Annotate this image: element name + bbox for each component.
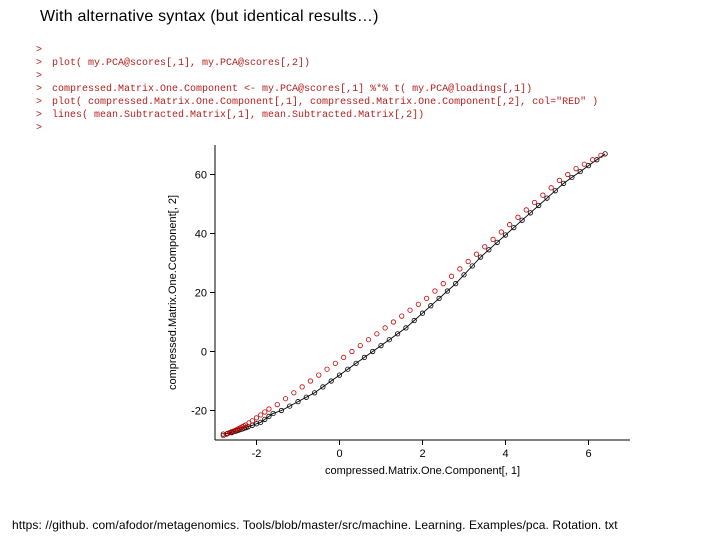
- footer-url: https: //github. com/afodor/metagenomics…: [12, 518, 618, 532]
- svg-text:compressed.Matrix.One.Componen: compressed.Matrix.One.Component[, 2]: [167, 195, 179, 390]
- scatter-chart: -20246-200204060compressed.Matrix.One.Co…: [160, 140, 640, 480]
- svg-text:40: 40: [195, 229, 207, 241]
- r-code-block: > > plot( my.PCA@scores[,1], my.PCA@scor…: [36, 44, 684, 135]
- svg-text:0: 0: [201, 347, 207, 359]
- svg-text:6: 6: [585, 448, 591, 460]
- svg-text:2: 2: [419, 448, 425, 460]
- slide-title: With alternative syntax (but identical r…: [40, 8, 379, 26]
- svg-text:-20: -20: [191, 406, 207, 418]
- svg-text:0: 0: [336, 448, 342, 460]
- svg-text:60: 60: [195, 170, 207, 182]
- svg-text:4: 4: [502, 448, 508, 460]
- svg-text:-2: -2: [252, 448, 262, 460]
- svg-text:20: 20: [195, 288, 207, 300]
- svg-text:compressed.Matrix.One.Componen: compressed.Matrix.One.Component[, 1]: [325, 465, 520, 477]
